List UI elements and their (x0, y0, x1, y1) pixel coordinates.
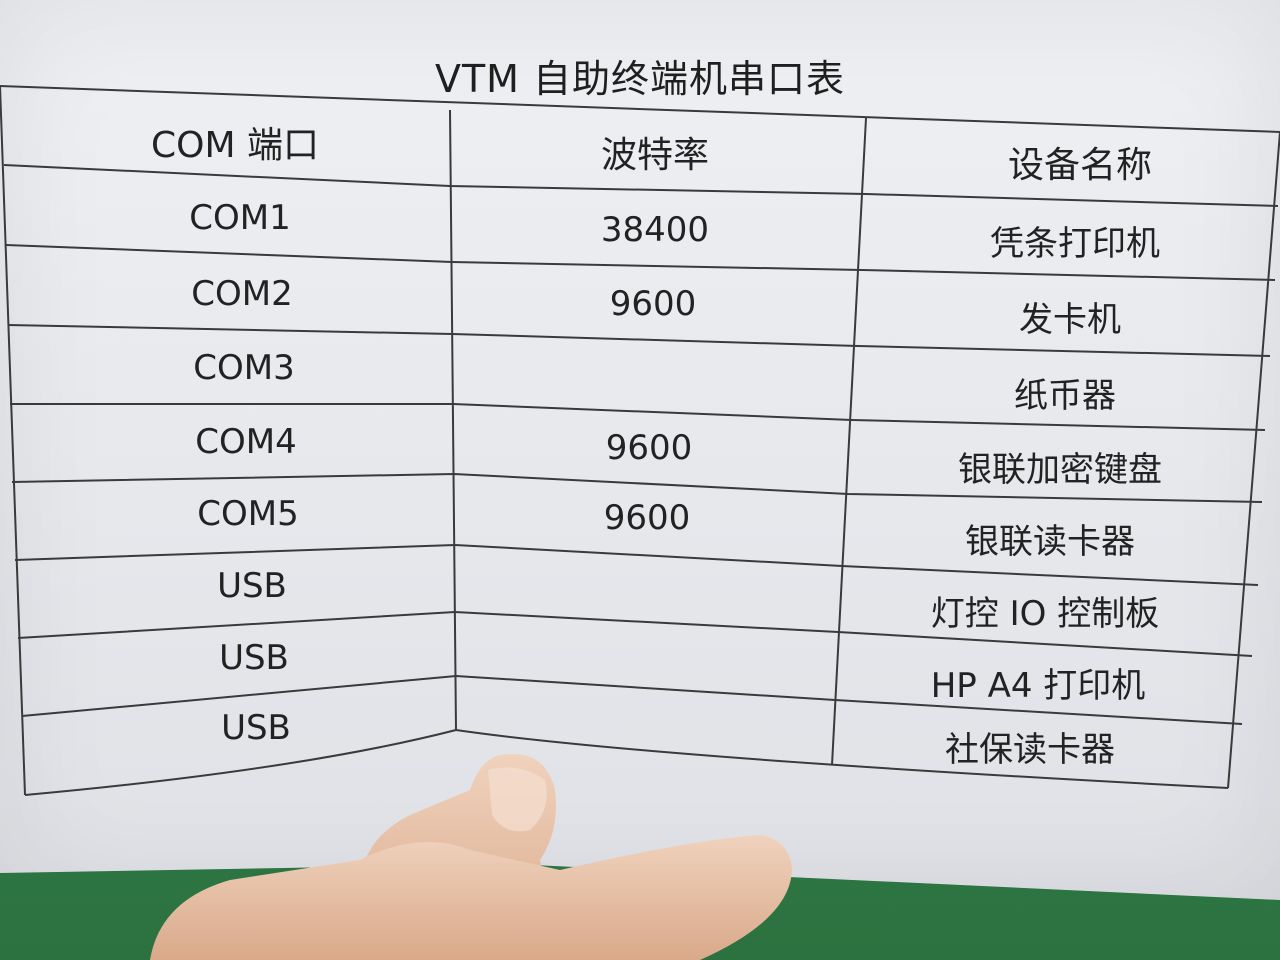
hand-holding-paper (150, 754, 792, 960)
photo-scene: VTM 自助终端机串口表 COM 端口 波特率 设备名称 COM1 38400 … (0, 0, 1280, 960)
fingers (150, 835, 792, 960)
